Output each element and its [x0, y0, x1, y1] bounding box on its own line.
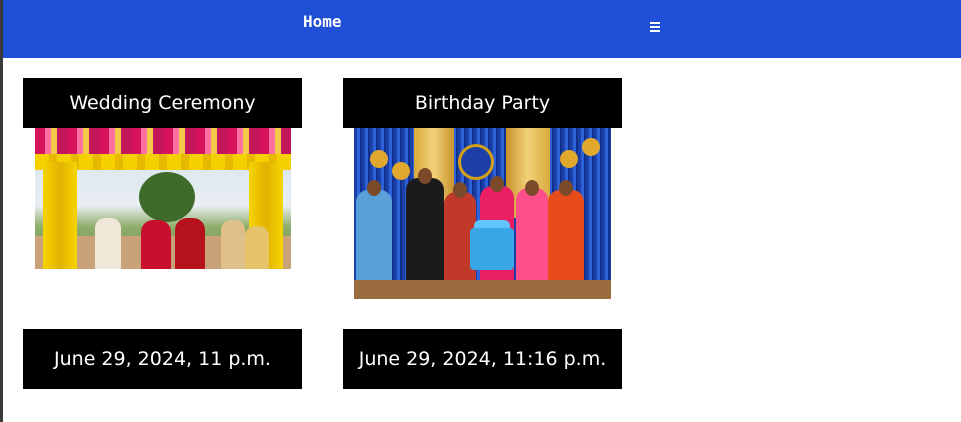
event-title[interactable]: Wedding Ceremony	[23, 78, 302, 128]
event-date: June 29, 2024, 11:16 p.m.	[343, 329, 622, 389]
head	[525, 180, 539, 196]
menu-bar	[650, 26, 660, 28]
drape-left	[43, 162, 77, 269]
event-title[interactable]: Birthday Party	[343, 78, 622, 128]
tree	[139, 172, 195, 222]
person	[175, 218, 205, 269]
birthday-party-photo[interactable]	[354, 128, 611, 299]
head	[453, 182, 467, 198]
head	[559, 180, 573, 196]
monogram-emblem	[458, 144, 494, 180]
ornament	[582, 138, 600, 156]
head	[490, 176, 504, 192]
ornament	[560, 150, 578, 168]
ornament	[370, 150, 388, 168]
event-date: June 29, 2024, 11 p.m.	[23, 329, 302, 389]
table	[354, 280, 611, 299]
nav-home-link[interactable]: Home	[303, 12, 342, 31]
birthday-cake	[470, 228, 514, 270]
person	[221, 220, 245, 269]
menu-bar	[650, 22, 660, 24]
wedding-ceremony-photo[interactable]	[35, 128, 291, 269]
ornament	[392, 162, 410, 180]
person	[141, 220, 171, 269]
person	[245, 226, 269, 269]
head	[418, 168, 432, 184]
window-left-border	[0, 0, 3, 422]
menu-bar	[650, 30, 660, 32]
top-navbar: Home	[3, 0, 961, 58]
hamburger-menu-icon[interactable]	[648, 22, 662, 36]
person	[95, 218, 121, 269]
head	[367, 180, 381, 196]
